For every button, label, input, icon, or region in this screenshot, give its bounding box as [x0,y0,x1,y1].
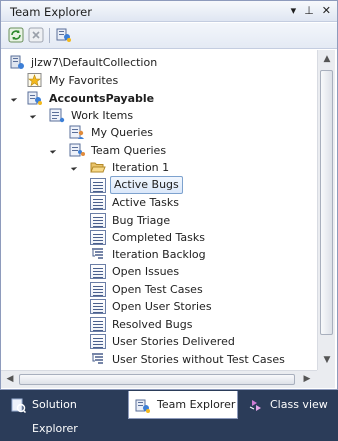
favorites-star-icon [27,73,43,88]
refresh-icon[interactable] [8,27,24,43]
tree-query-icon [90,352,106,367]
tab-label: Solution Explorer [32,398,78,435]
expander-expanded-icon[interactable] [29,112,37,119]
query-icon [90,264,106,279]
tree-node-label: Open Test Cases [112,283,203,296]
team-project-icon [27,91,43,106]
tab-team-explorer[interactable]: Team Explorer [128,391,238,419]
toolbar-separator [49,28,50,43]
query-icon [90,195,106,210]
tool-window-tab-strip: Solution Explorer Team Explorer Class vi… [0,391,338,435]
tree-node-label: My Queries [91,126,153,139]
horizontal-scroll-thumb[interactable] [19,374,295,385]
scroll-down-arrow-icon[interactable]: ▼ [321,354,333,366]
query-icon [90,299,106,314]
tree-node-label: User Stories without Test Cases [112,353,285,366]
tree-node-label: Iteration Backlog [112,248,206,261]
tree-query-icon [90,247,106,262]
vertical-scroll-thumb[interactable] [320,70,333,335]
scroll-left-arrow-icon[interactable]: ◀ [4,373,16,385]
tab-class-view[interactable]: Class view [242,393,334,417]
tree-node-label: My Favorites [49,74,119,87]
query-icon [90,334,106,349]
window-title: Team Explorer [10,5,92,19]
tree-node-label: Active Bugs [110,176,183,194]
auto-hide-pin-icon[interactable]: ⊥ [304,4,314,17]
query-icon [90,317,106,332]
scroll-right-arrow-icon[interactable]: ▶ [301,373,313,385]
tree-node-label: Open Issues [112,265,180,278]
my-queries-icon [69,125,85,140]
tree-node-label: User Stories Delivered [112,335,235,348]
tree-node-label: Team Queries [91,144,167,157]
tab-label: Team Explorer [157,398,236,411]
team-explorer-icon [135,397,151,413]
horizontal-scrollbar[interactable]: ◀ ▶ [1,370,317,388]
expander-expanded-icon[interactable] [10,95,18,102]
solution-explorer-icon [10,397,27,414]
title-bar: Team Explorer ▾ ⊥ ✕ [1,1,337,22]
tab-label: Class view [270,398,328,411]
scroll-up-arrow-icon[interactable]: ▲ [321,53,333,65]
query-icon [90,230,106,245]
expander-expanded-icon[interactable] [49,147,57,154]
scroll-corner [317,370,335,388]
query-icon [90,178,106,193]
expander-expanded-icon[interactable] [70,164,78,171]
team-explorer-tree: jlzw7\DefaultCollection My Favorites Acc… [1,50,317,370]
team-queries-icon [69,143,85,158]
tab-solution-explorer[interactable]: Solution Explorer [4,393,126,435]
work-items-icon [49,108,65,123]
tree-node-label: Resolved Bugs [112,318,193,331]
toolbar [1,23,337,49]
vertical-scrollbar[interactable]: ▲ ▼ [317,50,335,370]
tree-node-label: Iteration 1 [112,161,170,174]
tree-node-label: AccountsPayable [49,92,155,105]
stop-icon[interactable] [28,27,44,43]
connect-to-team-project-icon[interactable] [56,27,72,43]
query-icon [90,282,106,297]
tree-node-label: Active Tasks [112,196,179,209]
tree-node-label: Completed Tasks [112,231,205,244]
tree-node-label: Bug Triage [112,214,171,227]
server-icon [9,55,25,70]
close-icon[interactable]: ✕ [322,4,331,17]
folder-open-icon [90,160,106,175]
query-icon [90,213,106,228]
window-position-dropdown-icon[interactable]: ▾ [291,4,297,17]
class-view-icon [248,397,264,413]
tree-node-label: jlzw7\DefaultCollection [31,56,158,69]
tree-node-label: Open User Stories [112,300,212,313]
team-explorer-window: Team Explorer ▾ ⊥ ✕ jlzw7\DefaultCollect… [0,0,338,390]
tree-node-label: Work Items [71,109,134,122]
